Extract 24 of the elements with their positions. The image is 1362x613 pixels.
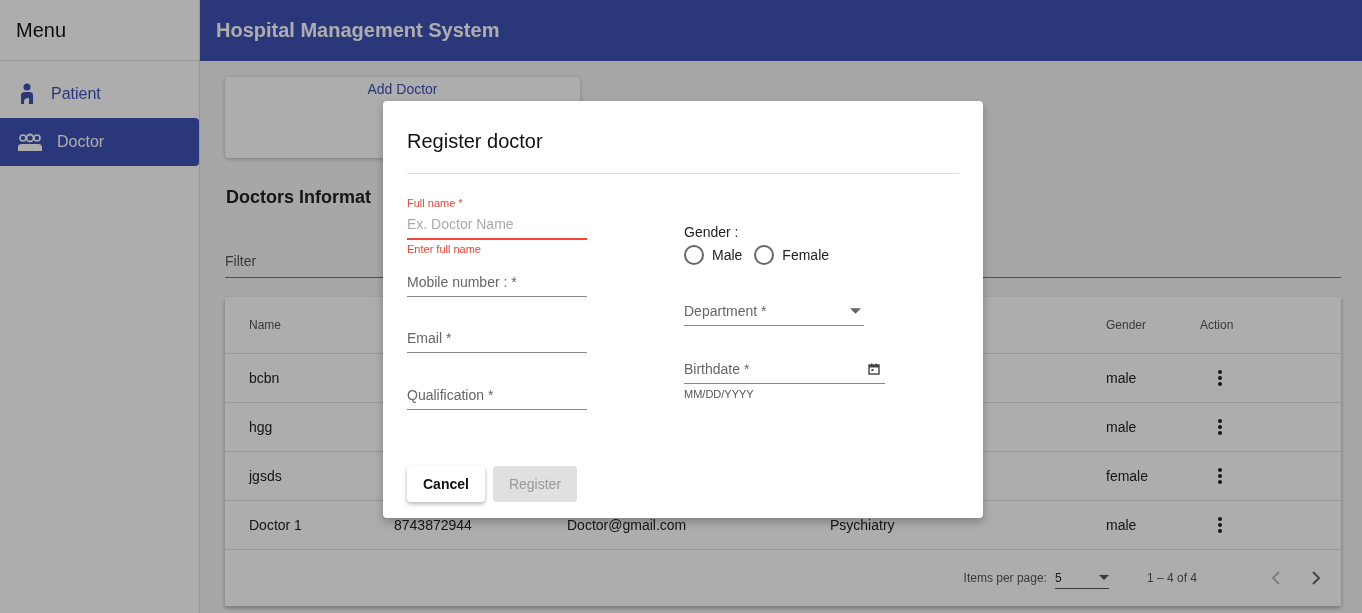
date-format-hint: MM/DD/YYYY	[684, 388, 755, 400]
table-cell: female	[1106, 468, 1149, 484]
page-range: 1 – 4 of 4	[1146, 571, 1197, 585]
table-cell: Psychiatry	[830, 517, 895, 533]
table-cell: male	[1106, 517, 1137, 533]
table-cell: 8743872944	[394, 517, 472, 533]
table-cell: Doctor 1	[249, 517, 302, 533]
table-cell: hgg	[249, 419, 273, 435]
dialog-title: Register doctor	[407, 101, 959, 174]
section-title: Doctors Informat	[226, 187, 372, 208]
table-cell: Doctor@gmail.com	[567, 517, 687, 533]
column-header: Name	[249, 318, 281, 332]
error-message: Enter full name	[407, 243, 482, 256]
menu-title: Menu	[0, 0, 199, 61]
field-label: Full name *	[407, 197, 464, 210]
gender-label: Gender :	[684, 224, 740, 241]
column-header: Gender	[1106, 318, 1147, 332]
column-header: Action	[1200, 318, 1234, 332]
app-title: Hospital Management System	[216, 19, 500, 42]
table-cell: jgsds	[249, 468, 282, 484]
items-per-page-label: Items per page:	[963, 571, 1047, 585]
table-cell: male	[1106, 419, 1137, 435]
table-cell: bcbn	[249, 370, 280, 386]
table-cell: male	[1106, 370, 1137, 386]
